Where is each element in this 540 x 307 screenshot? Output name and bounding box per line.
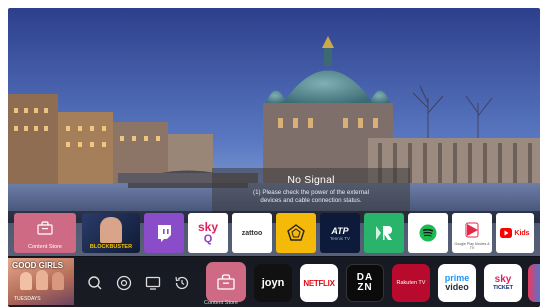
r-logo-icon	[376, 226, 392, 240]
more-apps-partial-button[interactable]	[528, 264, 540, 302]
prime-logo-bottom: video	[445, 282, 469, 292]
youtube-kids-text: Kids	[514, 229, 530, 237]
recent-history-icon[interactable]	[173, 274, 191, 292]
r-app-tile[interactable]	[364, 213, 404, 253]
featured-show-title: GOOD GIRLS	[12, 261, 64, 270]
spotify-icon	[419, 224, 437, 242]
twitch-icon	[158, 225, 171, 242]
netflix-app-button[interactable]: NETFLIX	[300, 264, 338, 302]
dock-content-store-button[interactable]	[206, 262, 246, 302]
no-signal-title: No Signal	[287, 174, 335, 186]
featured-figure-2	[36, 270, 48, 290]
dazn-app-button[interactable]: DA ZN	[346, 264, 384, 302]
rakuten-tv-app-button[interactable]: Rakuten TV	[392, 264, 430, 302]
atp-sub-text: Tennis TV	[330, 235, 350, 241]
joyn-logo-text: joyn	[261, 277, 285, 289]
shopping-bag-icon	[37, 221, 53, 235]
web-browser-icon[interactable]	[115, 274, 133, 292]
google-play-label: Google Play Movies & TV	[454, 242, 490, 250]
featured-figure-3	[52, 272, 64, 290]
no-signal-message-line1: (1) Please check the power of the extern…	[253, 189, 369, 196]
sky-q-logo: Q	[203, 233, 213, 245]
blockbuster-tile[interactable]: BLOCKBUSTER	[82, 213, 140, 253]
tv-home-screen: No Signal (1) Please check the power of …	[8, 8, 540, 307]
zattoo-tile[interactable]: zattoo	[232, 213, 272, 253]
google-play-movies-tile[interactable]: Google Play Movies & TV	[452, 213, 492, 253]
shopping-bag-icon	[217, 274, 235, 290]
sky-logo-text: sky	[197, 220, 219, 234]
sky-ticket-app-button[interactable]: sky TICKET	[484, 264, 522, 302]
sky-ticket-logo-top: sky	[494, 273, 512, 285]
sky-ticket-logo-bottom: TICKET	[493, 284, 513, 291]
google-play-movies-icon	[465, 222, 479, 238]
pentagon-app-tile[interactable]	[276, 213, 316, 253]
atp-logo-text: ATP	[331, 225, 349, 236]
launcher-dock: GOOD GIRLS TUESDAYS Content Store joyn N…	[8, 256, 540, 307]
netflix-logo-text: NETFLIX	[303, 278, 335, 288]
sky-q-tile[interactable]: sky Q	[188, 213, 228, 253]
movie-poster-figure	[100, 217, 122, 243]
search-icon[interactable]	[86, 274, 104, 292]
joyn-app-button[interactable]: joyn	[254, 264, 292, 302]
spotify-tile[interactable]	[408, 213, 448, 253]
live-tv-icon[interactable]	[144, 274, 162, 292]
prime-video-app-button[interactable]: prime video	[438, 264, 476, 302]
atp-tennis-tv-tile[interactable]: ATP Tennis TV	[320, 213, 360, 253]
content-store-label: Content Store	[28, 244, 62, 250]
featured-figure-1	[20, 272, 32, 290]
dock-content-store-label: Content Store	[204, 300, 238, 306]
twitch-tile[interactable]	[144, 213, 184, 253]
featured-show-thumbnail[interactable]: GOOD GIRLS TUESDAYS	[8, 258, 74, 305]
pentagon-icon	[287, 224, 305, 241]
youtube-kids-icon	[500, 228, 513, 238]
zattoo-logo-text: zattoo	[241, 229, 263, 237]
rakuten-logo-text: Rakuten TV	[396, 280, 426, 286]
content-store-tile[interactable]: Content Store	[14, 213, 76, 253]
app-row-recommended: Content Store BLOCKBUSTER sky Q zattoo A…	[8, 211, 540, 257]
dazn-logo-bottom: ZN	[357, 282, 373, 293]
no-signal-message-line2: devices and cable connection status.	[260, 197, 362, 204]
featured-show-subtitle: TUESDAYS	[14, 296, 41, 302]
blockbuster-label: BLOCKBUSTER	[89, 244, 133, 250]
youtube-kids-tile[interactable]: Kids	[496, 213, 534, 253]
